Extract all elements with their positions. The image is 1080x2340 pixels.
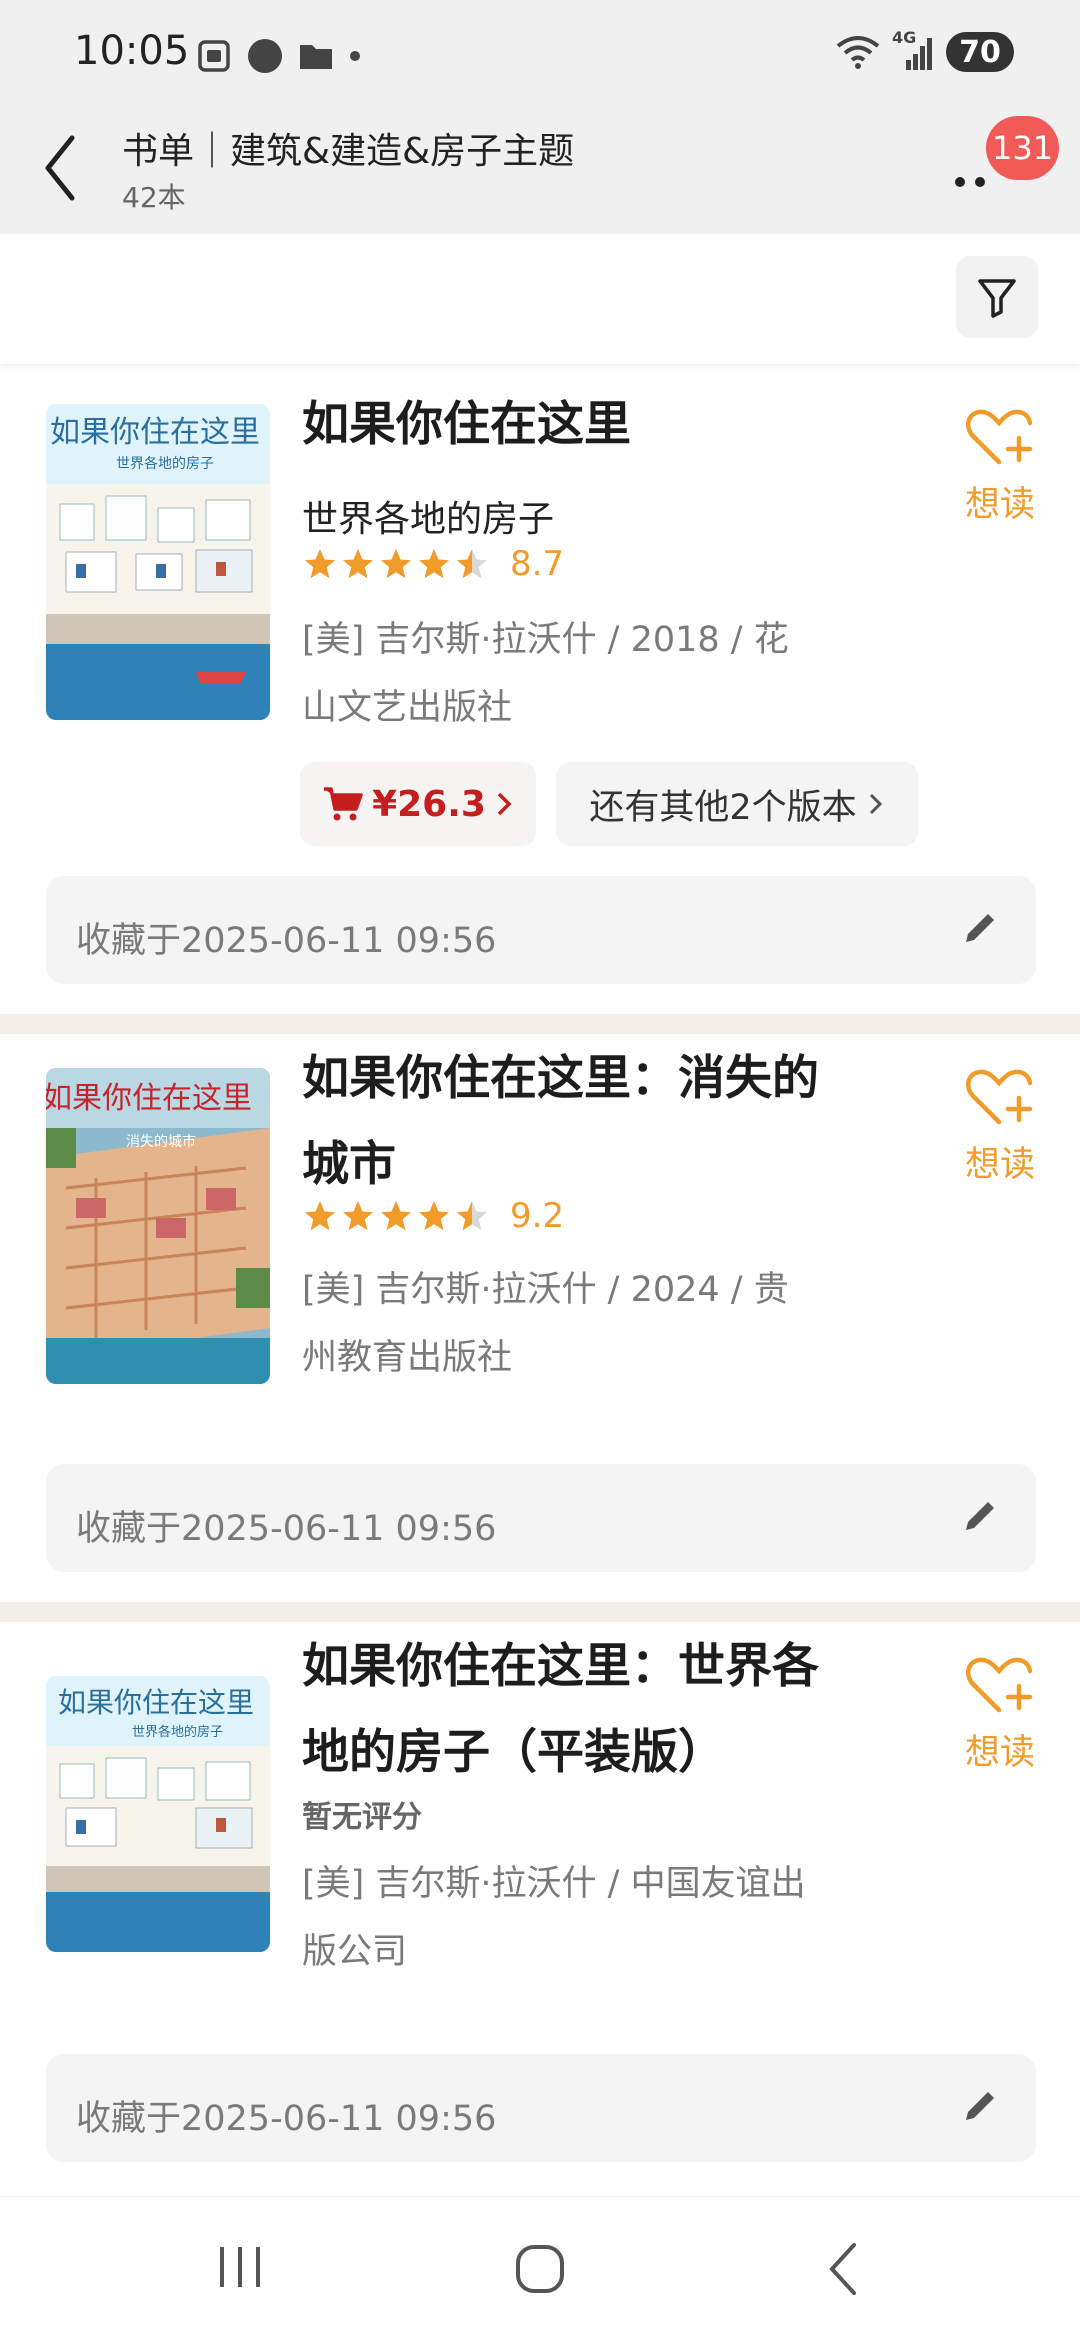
saved-timestamp: 收藏于2025-06-11 09:56 <box>76 1509 497 1549</box>
book-cover[interactable]: 如果你住在这里 世界各地的房子 <box>46 404 270 720</box>
filter-bar <box>0 234 1080 364</box>
want-to-read-label: 想读 <box>964 485 1035 525</box>
saved-note[interactable]: 收藏于2025-06-11 09:56 <box>46 1464 1036 1572</box>
half-star-icon <box>457 1201 487 1231</box>
card-separator <box>0 1602 1080 1622</box>
top-app-bar: 书单｜建筑&建造&房子主题 42本 131 <box>0 108 1080 234</box>
wifi-icon <box>836 36 880 69</box>
book-title[interactable]: 如果你住在这里 <box>302 382 822 468</box>
cover-image: 如果你住在这里 世界各地的房子 <box>46 404 270 720</box>
status-system-icons: 4G 70 <box>834 28 1014 72</box>
dot-icon <box>350 51 360 61</box>
system-navigation-bar <box>0 2196 1080 2340</box>
saved-note[interactable]: 收藏于2025-06-11 09:56 <box>46 876 1036 984</box>
cover-title: 如果你住在这里 <box>50 415 260 450</box>
chevron-right-icon <box>497 792 512 816</box>
cover-subtitle: 世界各地的房子 <box>116 456 214 472</box>
rating-score: 8.7 <box>510 544 565 584</box>
book-card[interactable]: 如果你住在这里 世界各地的房子 如果你住在这里：世界各地的房子（平装版） 暂无评… <box>0 1622 1080 2196</box>
star-icon <box>305 1201 335 1231</box>
heart-plus-icon <box>965 1069 1033 1125</box>
app-notification-icon <box>248 39 282 73</box>
want-to-read-label: 想读 <box>964 1733 1035 1773</box>
star-icon <box>419 1201 449 1231</box>
cover-image: 如果你住在这里 消失的城市 <box>46 1068 270 1384</box>
want-to-read-label: 想读 <box>964 1145 1035 1185</box>
status-notification-icons <box>196 36 362 76</box>
pencil-icon[interactable] <box>958 2084 1002 2128</box>
book-card[interactable]: 如果你住在这里 世界各地的房子 如果你住在这里 世界各地的房子 8.7 [美] … <box>0 372 1080 1014</box>
half-star-icon <box>457 549 487 579</box>
pencil-icon[interactable] <box>958 1494 1002 1538</box>
saved-note[interactable]: 收藏于2025-06-11 09:56 <box>46 2054 1036 2162</box>
recents-icon[interactable] <box>212 2239 268 2295</box>
book-cover[interactable]: 如果你住在这里 消失的城市 <box>46 1068 270 1384</box>
book-meta: [美] 吉尔斯·拉沃什 / 2018 / 花山文艺出版社 <box>302 620 789 728</box>
cover-subtitle: 消失的城市 <box>126 1133 196 1150</box>
book-card[interactable]: 如果你住在这里 消失的城市 如果你住在这里：消失的城市 9.2 [美] 吉尔斯·… <box>0 1034 1080 1602</box>
star-icon <box>343 1201 373 1231</box>
want-to-read-button[interactable]: 想读 <box>962 406 1038 527</box>
rating-row: 9.2 <box>302 1196 564 1236</box>
star-icon <box>305 549 335 579</box>
signal-icon <box>906 38 932 70</box>
star-icon <box>381 1201 411 1231</box>
folder-icon <box>300 45 332 69</box>
rating-score: 9.2 <box>510 1196 565 1236</box>
cover-subtitle: 世界各地的房子 <box>132 1724 223 1740</box>
saved-timestamp: 收藏于2025-06-11 09:56 <box>76 2099 497 2139</box>
rating-row: 8.7 <box>302 544 564 584</box>
card-separator <box>0 1014 1080 1034</box>
cover-image: 如果你住在这里 世界各地的房子 <box>46 1676 270 1952</box>
star-icon <box>343 549 373 579</box>
no-rating-label: 暂无评分 <box>302 1800 422 1835</box>
home-icon[interactable] <box>510 2239 570 2299</box>
want-to-read-button[interactable]: 想读 <box>962 1654 1038 1775</box>
status-bar: 10:05 4G 70 <box>0 0 1080 108</box>
battery-indicator: 70 <box>946 32 1014 72</box>
book-subtitle: 世界各地的房子 <box>302 499 555 540</box>
book-title[interactable]: 如果你住在这里：消失的城市 <box>302 1036 822 1208</box>
status-time: 10:05 <box>74 28 190 74</box>
notification-badge[interactable]: 131 <box>986 116 1060 180</box>
signal-block: 4G <box>892 28 936 72</box>
star-icon <box>419 549 449 579</box>
star-icon <box>381 549 411 579</box>
book-meta: [美] 吉尔斯·拉沃什 / 中国友谊出版公司 <box>302 1864 806 1972</box>
cover-title: 如果你住在这里 <box>46 1081 252 1116</box>
other-versions-label: 还有其他2个版本 <box>589 787 857 828</box>
back-icon[interactable] <box>36 128 86 208</box>
chevron-right-icon <box>869 793 882 815</box>
book-title[interactable]: 如果你住在这里：世界各地的房子（平装版） <box>302 1624 822 1796</box>
heart-plus-icon <box>965 1657 1033 1713</box>
nav-back-icon[interactable] <box>820 2239 870 2299</box>
screenshot-icon <box>198 40 230 72</box>
price-value: ¥26.3 <box>372 783 486 825</box>
page-title: 书单｜建筑&建造&房子主题 <box>122 131 575 172</box>
book-count: 42本 <box>122 181 186 214</box>
other-versions-button[interactable]: 还有其他2个版本 <box>556 762 918 846</box>
pencil-icon[interactable] <box>958 906 1002 950</box>
filter-button[interactable] <box>956 256 1038 338</box>
saved-timestamp: 收藏于2025-06-11 09:56 <box>76 921 497 961</box>
cover-title: 如果你住在这里 <box>58 1686 254 1719</box>
cart-icon <box>324 787 363 821</box>
filter-icon <box>978 279 1016 318</box>
book-meta: [美] 吉尔斯·拉沃什 / 2024 / 贵州教育出版社 <box>302 1270 789 1378</box>
want-to-read-button[interactable]: 想读 <box>962 1066 1038 1187</box>
book-cover[interactable]: 如果你住在这里 世界各地的房子 <box>46 1676 270 1952</box>
heart-plus-icon <box>965 409 1033 465</box>
buy-price-button[interactable]: ¥26.3 <box>300 762 536 846</box>
